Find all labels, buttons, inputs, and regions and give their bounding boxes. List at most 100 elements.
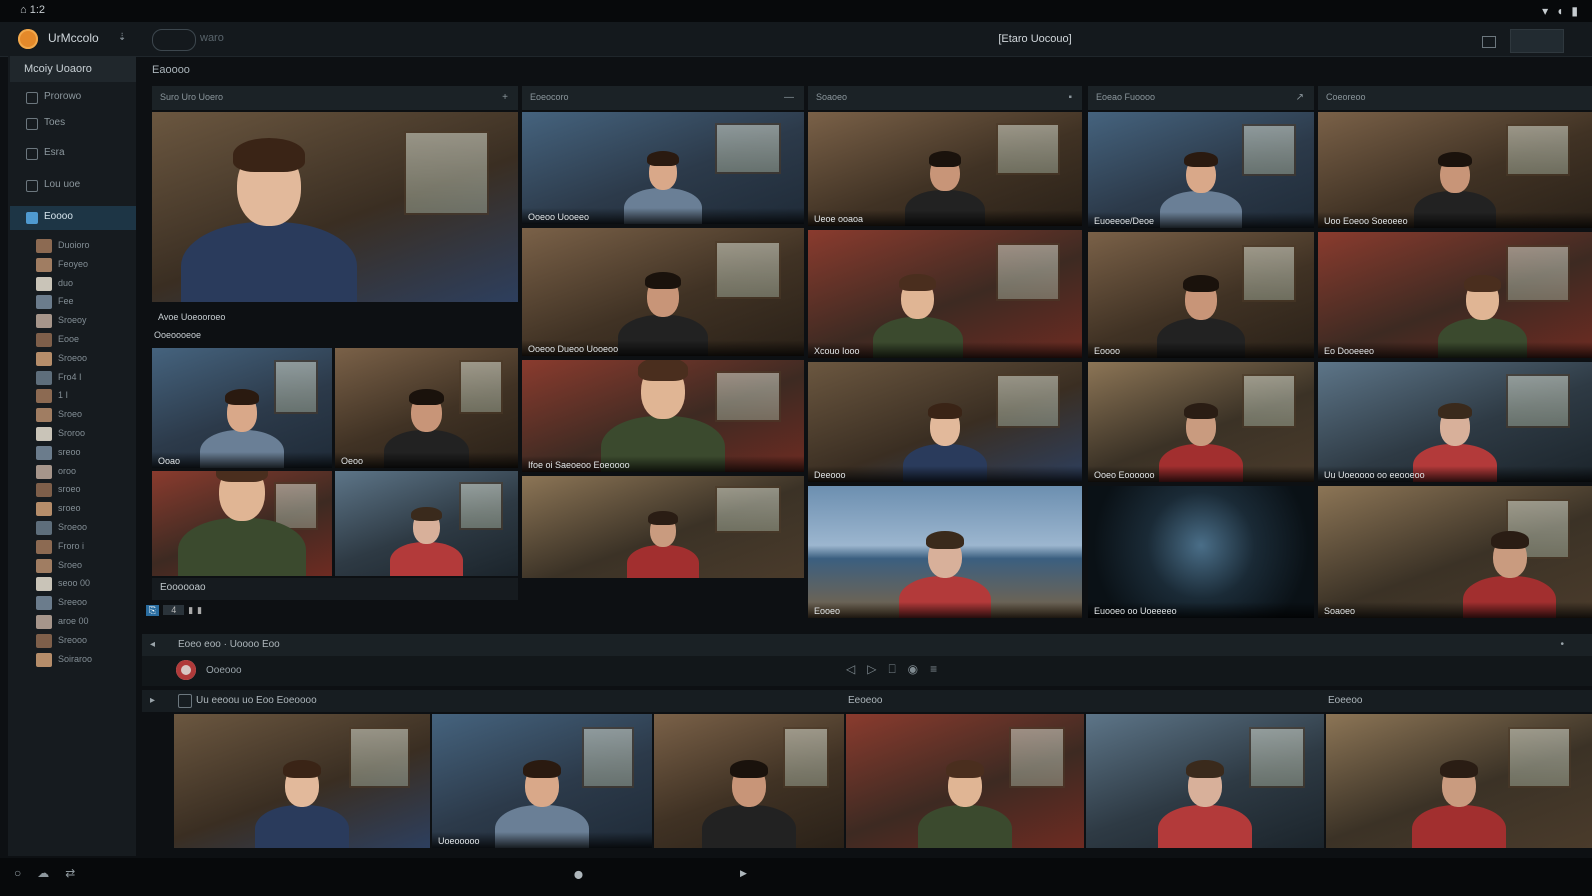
sidebar-tree-item[interactable]: 1 I (36, 388, 136, 405)
sidebar-item-recent[interactable]: Toes (10, 112, 136, 136)
sidebar-tree-item[interactable]: sroeo (36, 482, 136, 499)
video-tile[interactable]: Oeoo (335, 348, 518, 468)
video-tile[interactable]: Xcouo Iooo (808, 230, 1082, 358)
record-icon[interactable]: ◉ (908, 662, 918, 677)
battery-icon[interactable]: ▮ (1571, 4, 1578, 18)
video-tile[interactable]: Deeooo (808, 362, 1082, 482)
video-tile[interactable]: Ueoe ooaoa (808, 112, 1082, 226)
sidebar-tree-item[interactable]: Sroeo (36, 558, 136, 575)
sidebar-tree-item[interactable]: Soiraroo (36, 652, 136, 669)
sidebar-tree-item[interactable]: duo (36, 276, 136, 293)
chevron-down-icon[interactable]: ⇣ (118, 32, 126, 43)
video-tile[interactable]: Euoeeoe/Deoe (1088, 112, 1314, 228)
strip-video-tile[interactable]: Uoeooooo (432, 714, 652, 848)
record-button[interactable] (176, 660, 196, 680)
play-icon[interactable]: ▷ (867, 662, 876, 677)
video-tile[interactable]: Ooeo Eoooooo (1088, 362, 1314, 482)
power-icon[interactable]: ○ (14, 866, 21, 880)
wifi-icon[interactable]: ▾ (1542, 4, 1548, 18)
screen-share-icon[interactable]: ⎕ (888, 662, 895, 677)
sidebar-header[interactable]: Mcoiy Uoaoro (10, 56, 136, 82)
sidebar-tree-item[interactable]: Sroroo (36, 426, 136, 443)
column-header-4[interactable]: Eoeao Fuoooo ↗ (1088, 86, 1314, 111)
video-tile[interactable]: Ooeoo Dueoo Uooeoo (522, 228, 804, 356)
sidebar-item-label: Eoooo (44, 211, 73, 222)
sync-icon[interactable]: ⇄ (65, 866, 75, 880)
back-icon[interactable]: ◂ (150, 639, 155, 650)
page-control-4[interactable]: ▮ (197, 605, 202, 616)
sidebar-tree-item[interactable]: Sroeo (36, 407, 136, 424)
column-header-3[interactable]: Soaoeo ▪ (808, 86, 1082, 111)
video-tile[interactable]: Uoo Eoeoo Soeoeeo (1318, 112, 1592, 228)
cloud-icon[interactable]: ☁ (37, 866, 49, 880)
video-tile[interactable]: Uu Uoeoooo oo eeooeoo (1318, 362, 1592, 482)
participant-hair (925, 531, 964, 550)
collapse-icon[interactable]: ▸ (150, 695, 155, 706)
video-tile[interactable] (522, 476, 804, 578)
sidebar-tree-item[interactable]: Sreooo (36, 633, 136, 650)
sidebar-tree-item[interactable]: Sroeoy (36, 313, 136, 330)
status-play-icon[interactable]: ▶ (740, 868, 747, 879)
tile-caption-bar: Ooao (152, 452, 332, 468)
video-tile[interactable]: Eoooo (1088, 232, 1314, 358)
column-header-1[interactable]: Suro Uro Uoero + (152, 86, 518, 111)
app-logo-icon[interactable] (18, 29, 38, 49)
sidebar-tree-item[interactable]: Feoyeo (36, 257, 136, 274)
video-tile[interactable]: Ifoe oi Saeoeoo Eoeoooo (522, 360, 804, 472)
window-action-button[interactable] (1510, 29, 1564, 53)
video-tile[interactable]: Euooeo oo Uoeeeeo (1088, 486, 1314, 618)
strip-right-label: Eoeeoo (1328, 695, 1363, 706)
sidebar-tree-item[interactable]: Sroeoo (36, 520, 136, 537)
page-control-3[interactable]: ▮ (188, 605, 193, 616)
sidebar-tree-item[interactable]: oroo (36, 464, 136, 481)
video-tile[interactable]: Ooao (152, 348, 332, 468)
video-tile[interactable] (335, 471, 518, 576)
strip-video-tile[interactable] (1326, 714, 1592, 848)
video-tile-featured[interactable] (152, 112, 518, 302)
column-title: Eoeocoro (530, 92, 569, 102)
room-window (715, 240, 782, 299)
column-action-icon[interactable]: + (502, 92, 508, 103)
strip-video-tile[interactable] (846, 714, 1084, 848)
minimize-icon[interactable] (1482, 36, 1496, 48)
column-action-icon[interactable]: — (784, 92, 794, 103)
more-icon[interactable]: • (1560, 639, 1564, 650)
sidebar-tree-item[interactable]: Fro4 I (36, 370, 136, 387)
page-control-1[interactable]: ⎘ (146, 604, 160, 616)
video-tile[interactable]: Ooeoo Uooeeo (522, 112, 804, 224)
video-tile[interactable]: Eo Dooeeeo (1318, 232, 1592, 358)
participant-hair (282, 760, 322, 779)
sidebar-item-chat[interactable]: Lou uoe (10, 174, 136, 198)
page-control-2[interactable]: 4 (163, 605, 185, 615)
sidebar-tree-item[interactable]: Sroeoo (36, 351, 136, 368)
strip-video-tile[interactable] (654, 714, 844, 848)
column-header-2[interactable]: Eoeocoro — (522, 86, 804, 111)
sidebar-tree-label: Soiraroo (58, 653, 93, 664)
strip-video-tile[interactable] (1086, 714, 1324, 848)
sidebar-tree-item[interactable]: sroeo (36, 501, 136, 518)
menu-icon[interactable]: ≡ (930, 662, 937, 677)
column-action-icon[interactable]: ↗ (1296, 92, 1304, 103)
room-window (715, 486, 782, 534)
volume-icon[interactable]: ◖ (1556, 4, 1563, 18)
sidebar-tree-item[interactable]: sreoo (36, 445, 136, 462)
video-tile[interactable] (152, 471, 332, 576)
strip-video-tile[interactable] (174, 714, 430, 848)
video-tile[interactable]: Soaoeo (1318, 486, 1592, 618)
sidebar-tree-item[interactable]: Sreeoo (36, 595, 136, 612)
sidebar-tree-item[interactable]: aroe 00 (36, 614, 136, 631)
sidebar-item-people[interactable]: Esra (10, 142, 136, 166)
rewind-icon[interactable]: ◁ (846, 662, 855, 677)
sidebar-tree-item[interactable]: Eooe (36, 332, 136, 349)
app-name[interactable]: UrMccolo (48, 31, 99, 45)
tile-caption-bar: Eooeo (808, 602, 1082, 618)
sidebar-tree-item[interactable]: Duoioro (36, 238, 136, 255)
sidebar-tree-item[interactable]: Fee (36, 294, 136, 311)
sidebar-tree-item[interactable]: seoo 00 (36, 576, 136, 593)
column-action-icon[interactable]: ▪ (1068, 92, 1072, 103)
sidebar-tree-item[interactable]: Froro i (36, 539, 136, 556)
video-tile[interactable]: Eooeo (808, 486, 1082, 618)
sidebar-item-video[interactable]: Eoooo (10, 206, 136, 230)
column-header-5[interactable]: Coeoreoo (1318, 86, 1592, 111)
sidebar-item-home[interactable]: Prorowo (10, 86, 136, 110)
